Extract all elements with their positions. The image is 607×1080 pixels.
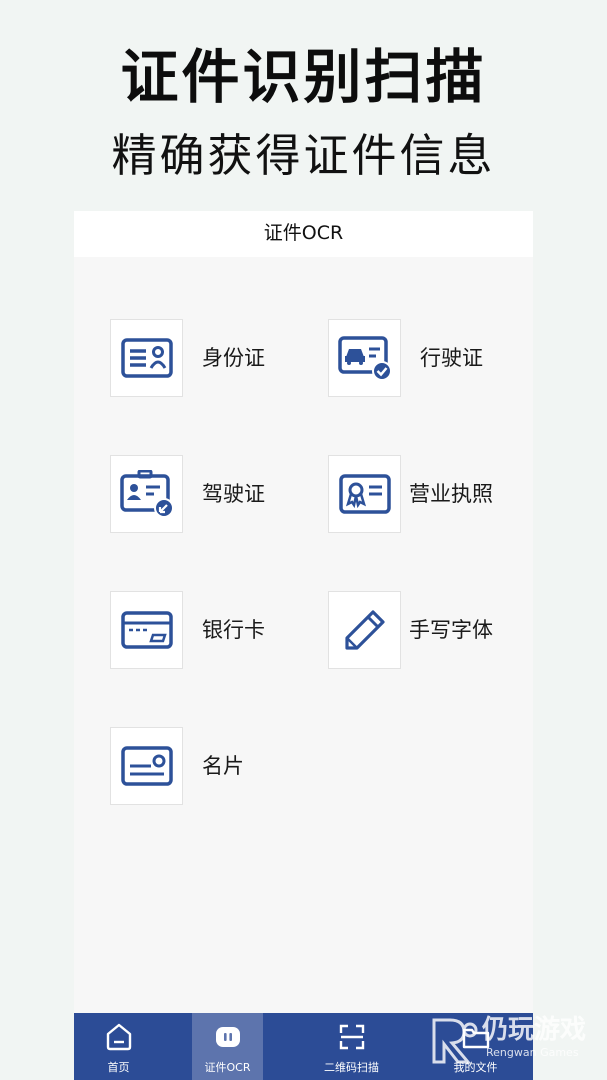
tab-home[interactable]: 首页: [83, 1013, 154, 1080]
tab-ocr[interactable]: 证件OCR: [192, 1013, 263, 1080]
business-card-label: 名片: [202, 754, 244, 778]
handwriting-button[interactable]: [328, 591, 401, 669]
pen-icon: [344, 610, 385, 650]
vehicle-license-icon: [337, 336, 392, 381]
watermark: 仍玩游戏 Rengwan Games: [430, 1012, 607, 1072]
business-card-icon: [120, 746, 173, 786]
id-card-label: 身份证: [202, 346, 265, 370]
ocr-icon: [215, 1027, 240, 1047]
page-title: 证件OCR: [263, 222, 344, 244]
tab-home-label: 首页: [107, 1061, 130, 1074]
scan-icon: [339, 1024, 364, 1050]
app-screen: 证件OCR 身份证 行驶证 驾驶证 营业执照 银行卡 手写字体 名片 首页 证件…: [74, 211, 533, 1080]
bank-card-label: 银行卡: [202, 618, 265, 642]
business-license-button[interactable]: [328, 455, 401, 533]
id-card-button[interactable]: [110, 319, 183, 397]
tab-qr-scan[interactable]: 二维码扫描: [316, 1013, 387, 1080]
vehicle-license-button[interactable]: [328, 319, 401, 397]
watermark-logo-icon: [432, 1018, 478, 1064]
business-license-label: 营业执照: [409, 482, 493, 506]
bank-card-icon: [120, 611, 173, 649]
driver-license-icon: [119, 470, 174, 518]
home-icon: [106, 1023, 131, 1051]
vehicle-license-label: 行驶证: [420, 346, 483, 370]
app-bar: 证件OCR: [74, 211, 533, 257]
tab-ocr-label: 证件OCR: [204, 1061, 251, 1074]
driver-license-button[interactable]: [110, 455, 183, 533]
business-license-icon: [338, 474, 391, 514]
tab-qr-scan-label: 二维码扫描: [324, 1061, 379, 1074]
bank-card-button[interactable]: [110, 591, 183, 669]
driver-license-label: 驾驶证: [202, 482, 265, 506]
promo-title: 证件识别扫描: [120, 43, 487, 111]
watermark-brand-en: Rengwan Games: [486, 1046, 579, 1059]
handwriting-label: 手写字体: [409, 618, 493, 642]
watermark-brand-cn: 仍玩游戏: [482, 1015, 587, 1045]
promo-subtitle: 精确获得证件信息: [111, 129, 496, 182]
business-card-button[interactable]: [110, 727, 183, 805]
id-card-icon: [120, 338, 173, 378]
